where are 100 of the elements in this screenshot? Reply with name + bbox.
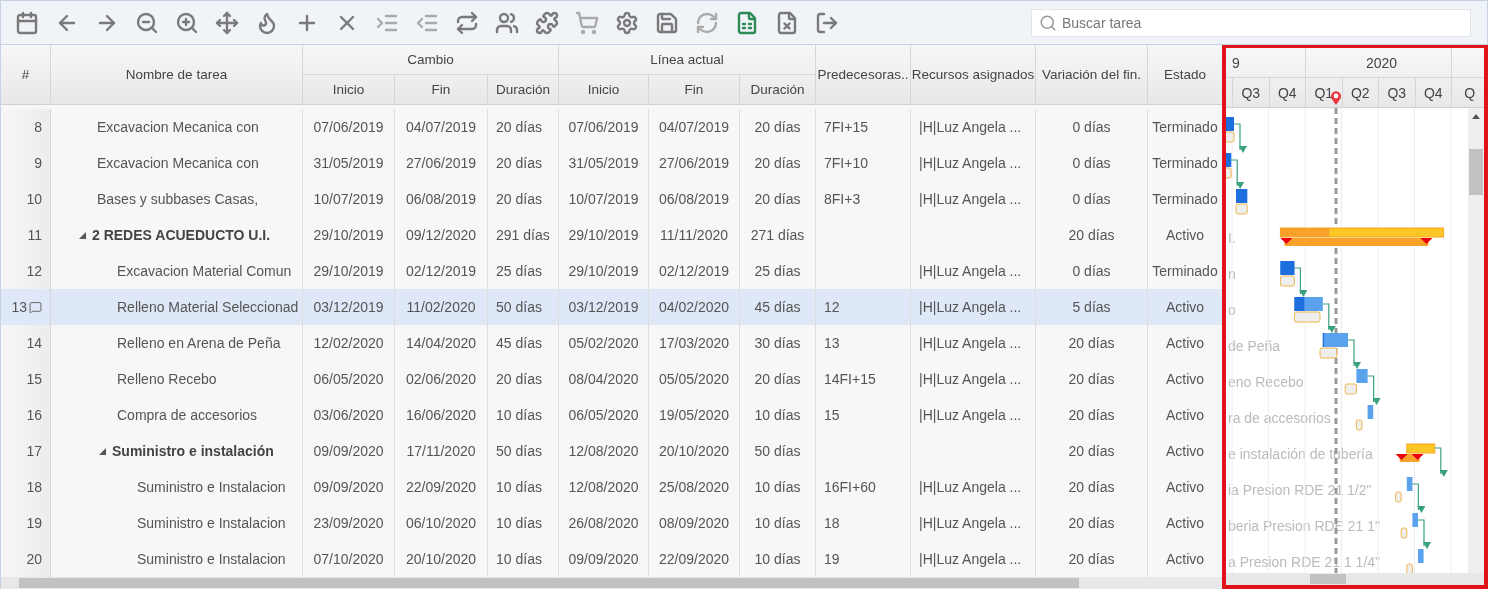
calendar-icon [15,10,39,35]
row-number: 19 [26,515,42,531]
task-name: Excavacion Material Comun [117,263,292,279]
scrollbar-thumb[interactable] [1310,574,1346,584]
dependency-arrow [1367,375,1381,405]
baseline-bar [1395,491,1402,503]
save-icon [655,10,679,35]
baseline-bar [1395,454,1424,462]
today-marker-icon [1330,90,1342,106]
column-header[interactable]: Recursos asignados [911,45,1036,104]
file-delete-icon [775,10,799,35]
baseline-bar [1400,527,1408,539]
timescale-year: 9 [1226,48,1306,77]
row-number: 16 [26,407,42,423]
task-name: Relleno en Arena de Peña [117,335,281,351]
task-name: Suministro e Instalacion [137,551,286,567]
task-name: Suministro e Instalacion [137,479,286,495]
timescale-quarter: Q4 [1414,78,1451,108]
baseline-bar [1279,275,1295,287]
baseline-bar [1319,347,1338,359]
column-header[interactable]: # [1,45,51,104]
comment-icon[interactable] [29,300,42,314]
column-header[interactable]: Nombre de tarea [51,45,303,104]
timescale-quarter: Q4 [1268,78,1305,108]
row-number: 17 [26,443,42,459]
dependency-arrow [1417,519,1431,549]
task-bar[interactable] [1406,477,1413,491]
column-group-header: Cambio [303,45,558,75]
column-header[interactable]: Inicio [303,74,395,104]
dependency-arrow [1347,339,1361,369]
task-name: Excavacion Mecanica con [97,119,259,135]
task-name: Relleno Material Seleccionad [117,299,299,315]
users-icon [495,10,519,35]
dependency-arrow [1434,447,1448,477]
baseline-bar [1344,383,1357,395]
horizontal-scrollbar[interactable] [1,577,1222,589]
task-name: Suministro e instalación [112,443,274,459]
exit-icon [815,10,839,35]
task-name: Suministro e Instalacion [137,515,286,531]
task-row[interactable]: 13 Relleno Material Seleccionad 03/12/2019 11/02/2020 50 días 03/12/2019 04/02/2020 45 días 12 |H|Luz Angela ... 5 días Activo [1,289,1222,325]
column-header[interactable]: Predecesoras.. [816,45,911,104]
task-name: 2 REDES ACUEDUCTO U.I. [92,227,271,243]
column-header[interactable]: Variación del fin. [1036,45,1148,104]
gantt-task-label: ia Presion RDE 21 1/2" [1228,482,1372,498]
gantt-task-label: n [1228,266,1236,282]
search-field[interactable]: Buscar tarea [1031,8,1471,37]
column-header[interactable]: Duración [488,74,558,104]
gantt-task-label: de Peña [1228,338,1281,354]
row-number: 11 [27,227,42,243]
dependency-arrow [1233,123,1247,153]
collapse-triangle-icon[interactable] [79,231,86,239]
column-header[interactable]: Duración [740,74,815,104]
dependency-arrow [1411,483,1426,513]
row-number: 9 [34,155,42,171]
task-bar[interactable] [1226,153,1232,167]
task-bar[interactable] [1322,333,1348,347]
gantt-task-label: e instalación de tubería [1228,446,1373,462]
gantt-horizontal-scrollbar[interactable] [1226,573,1484,585]
timescale-quarter: Q3 [1378,78,1415,108]
vertical-scrollbar[interactable] [1468,108,1484,573]
task-bar[interactable] [1236,189,1248,203]
task-bar[interactable] [1367,405,1374,419]
move-icon [215,10,239,35]
gantt-task-label: eno Recebo [1228,374,1304,390]
task-name: Compra de accesorios [117,407,258,423]
search-icon [1039,13,1057,32]
scroll-up-arrow-icon[interactable] [1472,114,1480,119]
repeat-icon [455,10,479,35]
collapse-triangle-icon[interactable] [99,447,106,455]
task-name: Bases y subbases Casas, [97,191,259,207]
scrollbar-thumb[interactable] [1469,149,1483,195]
row-number: 20 [26,551,42,567]
row-number: 15 [26,371,42,387]
timescale-quarter: Q3 [1232,78,1269,108]
column-header[interactable]: Inicio [559,74,649,104]
zoom-out-icon [135,10,159,35]
task-bar[interactable] [1280,261,1295,275]
gantt-task-label: o [1228,302,1236,318]
spreadsheet-icon [735,10,759,35]
row-number: 13 [11,299,27,315]
gantt-task-label: ra de accesorios [1228,410,1331,426]
puzzle-icon [535,10,559,35]
zoom-in-icon [175,10,199,35]
baseline-bar [1355,419,1363,431]
row-number: 12 [26,263,42,279]
row-number: 8 [34,119,42,135]
row-number: 10 [26,191,42,207]
dependency-arrow [1322,303,1336,333]
baseline-bar [1235,203,1248,215]
timescale-year: 2020 [1306,48,1452,77]
refresh-icon [695,10,719,35]
task-name: Relleno Recebo [117,371,217,387]
scrollbar-thumb[interactable] [19,578,1079,588]
column-header[interactable]: Fin [649,74,740,104]
settings-icon [615,10,639,35]
task-bar[interactable] [1294,297,1323,311]
dependency-arrow [1230,159,1245,189]
column-header[interactable]: Fin [395,74,488,104]
task-name: Excavacion Mecanica con [97,155,259,171]
dependency-arrow [1293,267,1308,297]
